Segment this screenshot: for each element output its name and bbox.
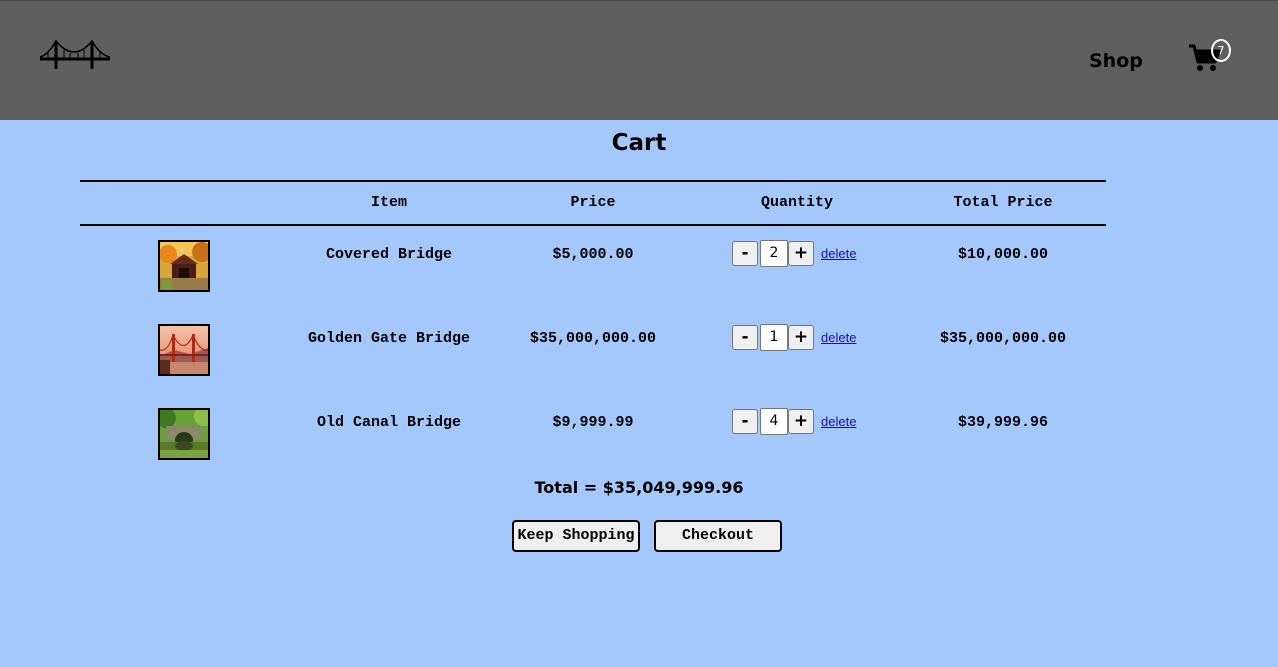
column-header-total-price: Total Price [953,194,1053,211]
column-header-quantity: Quantity [760,194,833,211]
quantity-stepper: - 2 + delete [732,240,872,268]
table-header: Item Price Quantity Total Price [80,180,1106,226]
table-row: Covered Bridge $5,000.00 - 2 + delete $1… [80,226,1106,310]
column-header-price: Price [570,194,616,211]
increase-quantity-button[interactable]: + [788,409,814,434]
decrease-quantity-button[interactable]: - [732,409,758,434]
item-total-price: $39,999.96 [957,414,1048,431]
quantity-stepper: - 4 + delete [732,408,872,436]
decrease-quantity-button[interactable]: - [732,241,758,266]
item-total-price: $10,000.00 [957,246,1048,263]
delete-link[interactable]: delete [821,414,856,429]
quantity-field[interactable]: 2 [760,240,788,267]
top-nav-bar: Shop 7 [0,0,1278,120]
item-price: $9,999.99 [552,414,634,431]
golden-gate-bridge-thumbnail [158,324,210,376]
page-title: Cart [611,130,667,156]
quantity-field[interactable]: 1 [760,324,788,351]
bridge-logo-icon[interactable] [38,35,112,73]
delete-link[interactable]: delete [821,330,856,345]
quantity-stepper: - 1 + delete [732,324,872,352]
increase-quantity-button[interactable]: + [788,241,814,266]
increase-quantity-button[interactable]: + [788,325,814,350]
item-name: Covered Bridge [325,246,453,263]
table-row: Old Canal Bridge $9,999.99 - 4 + delete … [80,394,1106,478]
quantity-field[interactable]: 4 [760,408,788,435]
cart-button[interactable]: 7 [1188,39,1232,75]
delete-link[interactable]: delete [821,246,856,261]
cart-grand-total: Total = $35,049,999.96 [534,478,744,497]
old-canal-bridge-thumbnail [158,408,210,460]
decrease-quantity-button[interactable]: - [732,325,758,350]
keep-shopping-button[interactable]: Keep Shopping [512,520,640,552]
cart-table: Item Price Quantity Total Price Covered … [80,180,1106,478]
nav-shop-link[interactable]: Shop [1089,50,1143,72]
cart-count-badge: 7 [1211,39,1231,62]
covered-bridge-thumbnail [158,240,210,292]
column-header-item: Item [370,194,407,211]
item-total-price: $35,000,000.00 [939,330,1067,347]
table-row: Golden Gate Bridge $35,000,000.00 - 1 + … [80,310,1106,394]
item-name: Golden Gate Bridge [307,330,471,347]
item-price: $5,000.00 [552,246,634,263]
item-price: $35,000,000.00 [529,330,657,347]
item-name: Old Canal Bridge [316,414,462,431]
checkout-button[interactable]: Checkout [654,520,782,552]
